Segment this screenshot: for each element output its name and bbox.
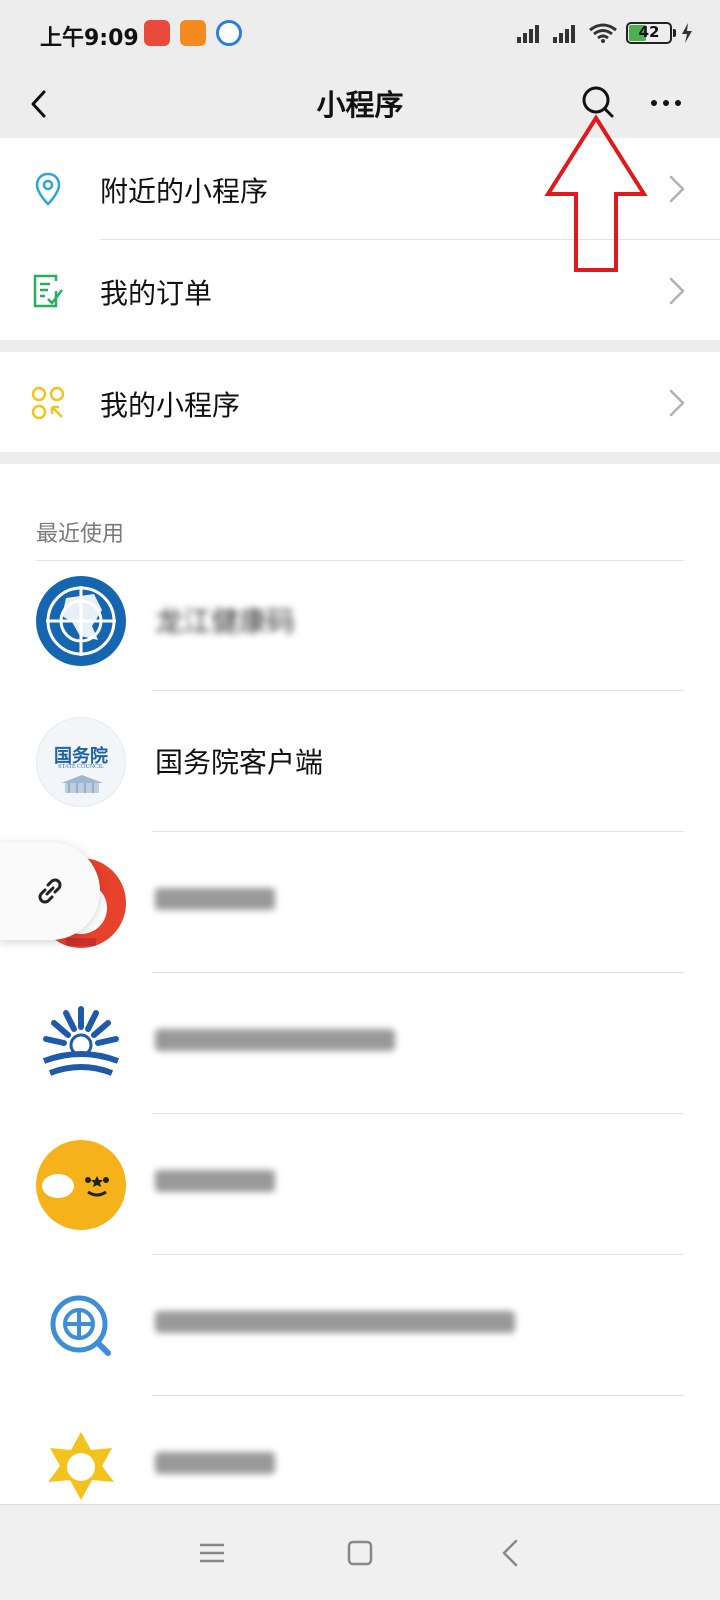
app-name-blurred [155, 888, 275, 910]
app-name-blurred [155, 1311, 515, 1333]
chevron-left-icon [31, 90, 46, 118]
app-name-blurred [155, 1029, 395, 1051]
battery-icon: 42 [626, 22, 676, 44]
recent-app-item[interactable] [0, 973, 720, 1114]
notification-app-icon [144, 20, 170, 46]
wifi-icon [589, 23, 617, 43]
order-list-icon [33, 274, 63, 308]
recent-app-item[interactable] [0, 832, 720, 973]
more-button[interactable] [642, 79, 690, 127]
recent-app-item[interactable]: 龙江健康码 [0, 550, 720, 691]
menu-item-label: 我的订单 [100, 277, 213, 310]
app-name-blurred [155, 1452, 275, 1474]
status-time: 上午9:09 [40, 26, 139, 51]
menu-item-label: 附近的小程序 [100, 175, 269, 208]
system-nav-bar [0, 1504, 720, 1600]
app-icon-blue-search [36, 1281, 126, 1371]
signal-icon [553, 25, 575, 43]
app-icon-yellow-face [36, 1140, 126, 1230]
menu-group: 我的小程序 [0, 352, 720, 452]
charging-icon [682, 23, 692, 43]
location-pin-icon [35, 172, 61, 206]
chevron-right-icon [669, 277, 685, 305]
menu-item-orders[interactable]: 我的订单 [0, 240, 720, 342]
recent-app-item[interactable]: 国务院 STATE COUNCIL 国务院客户端 [0, 691, 720, 832]
app-icon-blue-logo [36, 999, 126, 1089]
mini-program-grid-icon [31, 386, 65, 420]
recent-apps-button[interactable] [192, 1533, 232, 1573]
recent-section: 最近使用 龙江健康码 国务院 STATE COUNCIL 国务院客户端 [0, 464, 720, 1512]
app-icon-subtext: STATE COUNCIL [58, 764, 104, 770]
menu-item-label: 我的小程序 [100, 389, 241, 422]
app-icon-health-code [36, 576, 126, 666]
recent-app-item[interactable] [0, 1255, 720, 1396]
home-button[interactable] [340, 1533, 380, 1573]
search-icon [582, 86, 614, 118]
app-icon-state-council: 国务院 STATE COUNCIL [36, 717, 126, 807]
menu-item-my-mini-programs[interactable]: 我的小程序 [0, 352, 720, 452]
app-name-blurred [155, 1170, 275, 1192]
search-button[interactable] [574, 79, 622, 127]
app-name: 国务院客户端 [155, 746, 324, 779]
signal-icon [517, 25, 539, 43]
chevron-right-icon [669, 389, 685, 417]
floating-link-button[interactable] [0, 842, 100, 940]
app-icon-yellow-star [36, 1422, 126, 1512]
menu-icon [200, 1543, 224, 1563]
back-button[interactable] [18, 80, 64, 126]
battery-percent: 42 [638, 23, 660, 41]
system-back-button[interactable] [492, 1533, 532, 1573]
notification-app-icon [216, 20, 242, 46]
nav-bar: 小程序 [0, 68, 720, 138]
menu-item-nearby[interactable]: 附近的小程序 [0, 138, 720, 240]
home-square-icon [347, 1540, 373, 1566]
notification-app-icon [180, 20, 206, 46]
more-icon [651, 100, 681, 106]
recent-header: 最近使用 [36, 522, 125, 547]
chevron-right-icon [669, 175, 685, 203]
status-bar: 上午9:09 42 [0, 0, 720, 68]
menu-group: 附近的小程序 我的订单 [0, 138, 720, 340]
link-icon [38, 878, 62, 904]
back-triangle-icon [502, 1539, 518, 1567]
recent-app-item[interactable] [0, 1114, 720, 1255]
app-name: 龙江健康码 [155, 605, 296, 638]
